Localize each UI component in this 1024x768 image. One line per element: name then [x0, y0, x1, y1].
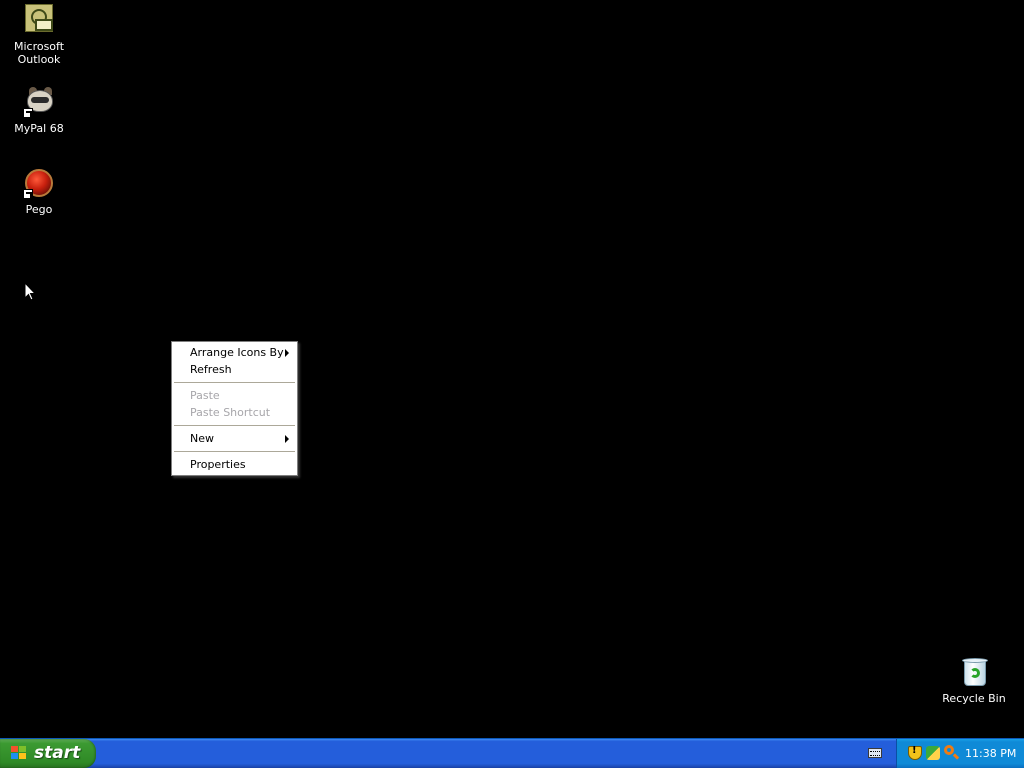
desktop-icon-label: Outlook	[17, 53, 61, 66]
search-icon[interactable]	[944, 745, 954, 755]
menu-item-label: New	[190, 432, 214, 445]
menu-separator	[174, 425, 295, 426]
desktop-icon-recycle-bin[interactable]: Recycle Bin	[936, 656, 1012, 705]
menu-separator	[174, 382, 295, 383]
shortcut-arrow-icon	[23, 108, 33, 118]
start-button[interactable]: start	[0, 739, 96, 768]
menu-item-label: Paste Shortcut	[190, 406, 271, 419]
desktop-icon-label: Recycle Bin	[942, 692, 1006, 705]
network-icon[interactable]	[926, 746, 940, 760]
desktop-icon-outlook[interactable]: Microsoft Outlook	[1, 4, 77, 66]
taskbar[interactable]: start 11:38 PM	[0, 738, 1024, 768]
desktop-icon-pego[interactable]: Pego	[1, 167, 77, 216]
desktop-icon-label: Pego	[25, 203, 53, 216]
menu-item-label: Arrange Icons By	[190, 346, 284, 359]
pego-icon	[23, 167, 55, 199]
desktop-icon-label: Microsoft	[13, 40, 65, 53]
menu-separator	[174, 451, 295, 452]
menu-item-paste-shortcut: Paste Shortcut	[172, 404, 297, 421]
start-button-label: start	[34, 743, 81, 763]
submenu-arrow-icon	[285, 349, 289, 357]
desktop[interactable]: Microsoft Outlook MyPal 68 Pego Recycle …	[0, 0, 1024, 738]
desktop-context-menu: Arrange Icons By Refresh Paste Paste Sho…	[171, 341, 298, 476]
menu-item-refresh[interactable]: Refresh	[172, 361, 297, 378]
menu-item-properties[interactable]: Properties	[172, 456, 297, 473]
menu-item-label: Refresh	[190, 363, 232, 376]
submenu-arrow-icon	[285, 435, 289, 443]
desktop-icon-mypal[interactable]: MyPal 68	[1, 86, 77, 135]
menu-item-new[interactable]: New	[172, 430, 297, 447]
windows-logo-icon	[11, 746, 27, 761]
shortcut-arrow-icon	[23, 189, 33, 199]
outlook-icon	[23, 4, 55, 36]
desktop-icon-label: MyPal 68	[14, 122, 64, 135]
menu-item-arrange-icons-by[interactable]: Arrange Icons By	[172, 344, 297, 361]
recycle-bin-icon	[958, 656, 990, 688]
mypal-icon	[23, 86, 55, 118]
menu-item-label: Paste	[190, 389, 220, 402]
system-tray: 11:38 PM	[896, 739, 1024, 768]
menu-item-paste: Paste	[172, 387, 297, 404]
security-shield-icon[interactable]	[908, 745, 922, 760]
menu-item-label: Properties	[190, 458, 246, 471]
clock[interactable]: 11:38 PM	[965, 739, 1016, 768]
keyboard-icon[interactable]	[868, 748, 882, 758]
